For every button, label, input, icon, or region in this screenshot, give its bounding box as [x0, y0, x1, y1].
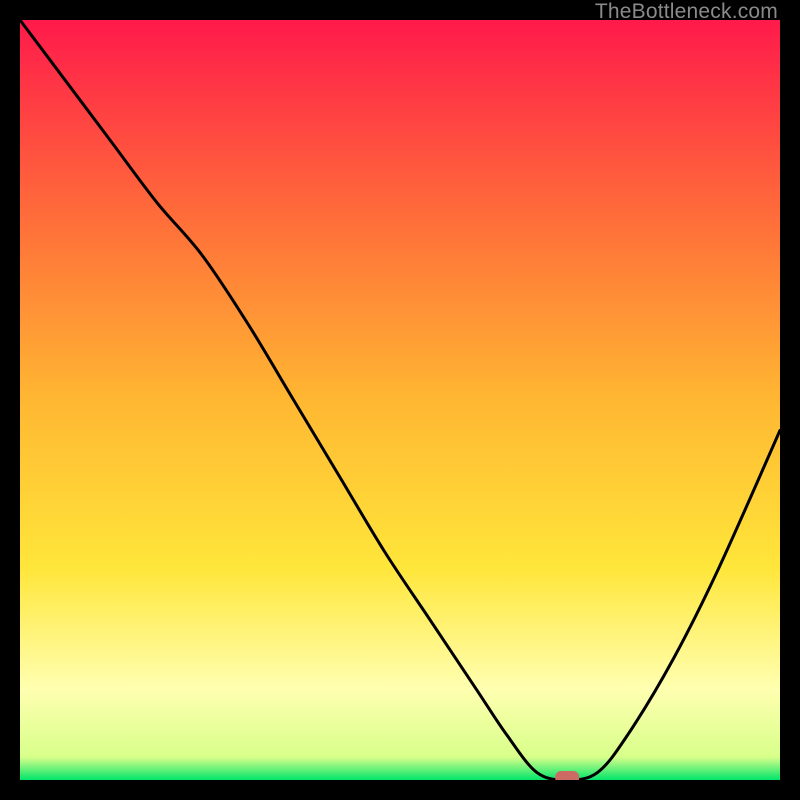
chart-frame — [20, 20, 780, 780]
optimal-marker — [555, 771, 579, 780]
gradient-background — [20, 20, 780, 780]
watermark-text: TheBottleneck.com — [595, 0, 778, 24]
bottleneck-plot — [20, 20, 780, 780]
